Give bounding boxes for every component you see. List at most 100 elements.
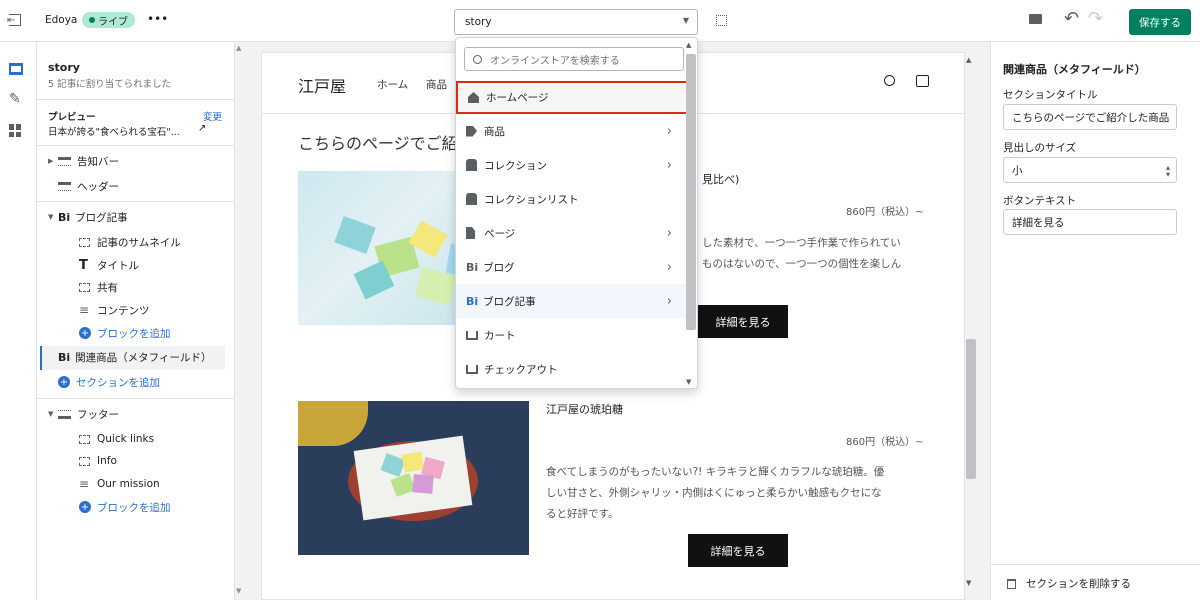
dd-item-cart[interactable]: カート bbox=[456, 318, 686, 352]
trash-icon bbox=[1007, 578, 1016, 589]
button-label: 詳細を見る bbox=[715, 315, 771, 329]
product-image-2[interactable] bbox=[298, 401, 529, 555]
external-link-icon[interactable]: ↗ bbox=[198, 123, 206, 134]
caret-down-icon: ▼ bbox=[48, 410, 54, 418]
tree-item-label: ヘッダー bbox=[77, 180, 119, 193]
dd-item-collection[interactable]: コレクション › bbox=[456, 148, 686, 182]
search-placeholder: オンラインストアを検索する bbox=[490, 55, 620, 67]
store-logo[interactable]: 江戸屋 bbox=[298, 73, 346, 97]
tree-item-info[interactable]: Info bbox=[79, 450, 117, 472]
product-detail-button-1[interactable]: 詳細を見る bbox=[698, 305, 788, 338]
dd-item-blog-post[interactable]: Bi ブログ記事 › bbox=[456, 284, 686, 318]
collection-icon bbox=[466, 193, 477, 205]
add-block-button[interactable]: + ブロックを追加 bbox=[79, 322, 171, 344]
button-label: 詳細を見る bbox=[710, 544, 766, 558]
scroll-down-icon[interactable]: ▼ bbox=[236, 587, 241, 595]
add-section-button[interactable]: + セクションを追加 bbox=[58, 371, 160, 393]
undo-icon[interactable]: ↶ bbox=[1064, 8, 1079, 29]
section-settings-title: 関連商品（メタフィールド） bbox=[1003, 63, 1146, 76]
dd-item-homepage[interactable]: ホームページ bbox=[456, 81, 691, 114]
dropdown-search-input[interactable]: オンラインストアを検索する bbox=[464, 47, 684, 71]
change-link[interactable]: 変更 bbox=[203, 109, 222, 123]
canvas-scroll-down-icon[interactable]: ▼ bbox=[966, 579, 971, 587]
dd-item-label: ブログ記事 bbox=[483, 295, 536, 308]
cart-icon[interactable] bbox=[916, 75, 929, 87]
dd-item-label: カート bbox=[484, 329, 516, 342]
tree-item-our-mission[interactable]: ≡ Our mission bbox=[79, 473, 160, 495]
sections-icon[interactable] bbox=[9, 63, 23, 75]
inspector-icon[interactable] bbox=[716, 15, 727, 26]
save-button[interactable]: 保存する bbox=[1129, 9, 1191, 35]
template-select-value: story bbox=[465, 16, 492, 28]
caret-right-icon: ▶ bbox=[48, 157, 54, 165]
button-text-label: ボタンテキスト bbox=[1003, 195, 1077, 207]
section-title-input[interactable]: こちらのページでご紹介した商品 bbox=[1003, 104, 1177, 130]
dd-item-blog[interactable]: Bi ブログ › bbox=[456, 250, 686, 284]
blog-icon: Bi bbox=[466, 294, 479, 308]
more-actions-button[interactable]: ••• bbox=[147, 12, 168, 26]
dd-scroll-down-icon[interactable]: ▼ bbox=[686, 378, 691, 386]
canvas-scrollbar-thumb[interactable] bbox=[966, 339, 976, 479]
dd-scroll-up-icon[interactable]: ▲ bbox=[686, 41, 691, 49]
store-name: Edoya bbox=[45, 14, 78, 26]
tree-item-announcement[interactable]: ▶ 告知バー bbox=[48, 150, 119, 172]
tree-item-header[interactable]: ヘッダー bbox=[58, 175, 119, 197]
canvas-scroll-up-icon[interactable]: ▲ bbox=[966, 56, 971, 64]
product-desc-2c: ると好評です。 bbox=[546, 508, 619, 520]
theme-settings-icon[interactable]: ✎ bbox=[9, 91, 21, 107]
block-icon bbox=[79, 434, 90, 444]
top-bar: ⇤ Edoya ライブ ••• story ▼ ↶ ↷ 保存する bbox=[0, 0, 1200, 42]
nav-products[interactable]: 商品 bbox=[426, 77, 447, 92]
template-select[interactable]: story ▼ bbox=[454, 9, 698, 35]
tree-item-label: フッター bbox=[77, 408, 119, 421]
add-block-button-footer[interactable]: + ブロックを追加 bbox=[79, 496, 171, 518]
footer-icon bbox=[58, 409, 71, 419]
heading-size-select[interactable]: 小 ▴ ▾ bbox=[1003, 157, 1177, 183]
dd-item-collection-list[interactable]: コレクションリスト bbox=[456, 182, 686, 216]
select-arrows-icon: ▴ ▾ bbox=[1165, 163, 1170, 179]
tree-item-title[interactable]: T タイトル bbox=[79, 254, 139, 276]
plus-circle-icon: + bbox=[79, 327, 91, 339]
redo-icon[interactable]: ↷ bbox=[1088, 8, 1103, 29]
tree-item-label: セクションを追加 bbox=[76, 376, 160, 389]
delete-section-button[interactable]: セクションを削除する bbox=[1007, 576, 1131, 591]
product-title-1[interactable]: 見比べ) bbox=[702, 171, 739, 187]
tree-item-share[interactable]: 共有 bbox=[79, 276, 118, 298]
tree-item-label: コンテンツ bbox=[97, 304, 150, 317]
tree-item-label: 告知バー bbox=[77, 155, 119, 168]
blog-icon: Bi bbox=[58, 350, 71, 364]
nav-home[interactable]: ホーム bbox=[377, 77, 408, 92]
page-icon bbox=[466, 227, 475, 239]
tree-item-label: ブログ記事 bbox=[75, 211, 128, 224]
desktop-icon[interactable] bbox=[1029, 14, 1042, 24]
product-title-2[interactable]: 江戸屋の琥珀糖 bbox=[546, 401, 623, 417]
dd-item-checkout[interactable]: チェックアウト bbox=[456, 352, 686, 386]
product-desc-1a: した素材で、一つ一つ手作業で作られてい bbox=[702, 237, 901, 249]
caret-down-icon: ▼ bbox=[48, 213, 54, 221]
search-icon[interactable] bbox=[884, 75, 895, 86]
tree-item-footer[interactable]: ▼ フッター bbox=[48, 403, 119, 425]
tree-item-quick-links[interactable]: Quick links bbox=[79, 428, 154, 450]
field-value: 小 bbox=[1012, 164, 1023, 177]
button-text-input[interactable]: 詳細を見る bbox=[1003, 209, 1177, 235]
block-icon bbox=[79, 282, 90, 292]
template-name: story bbox=[48, 61, 80, 74]
icon-bar: ✎ bbox=[0, 42, 37, 600]
tree-item-thumbnail[interactable]: 記事のサムネイル bbox=[79, 231, 181, 253]
collection-icon bbox=[466, 159, 477, 171]
tree-item-related-products[interactable]: Bi 関連商品（メタフィールド） bbox=[58, 346, 211, 368]
apps-icon[interactable] bbox=[9, 124, 22, 137]
tree-item-blog-post[interactable]: ▼ Bi ブログ記事 bbox=[48, 206, 128, 228]
scroll-up-icon[interactable]: ▲ bbox=[236, 44, 241, 52]
right-panel: 関連商品（メタフィールド） セクションタイトル こちらのページでご紹介した商品 … bbox=[990, 42, 1200, 600]
tree-item-label: タイトル bbox=[97, 259, 139, 272]
blog-icon: Bi bbox=[58, 210, 71, 224]
tree-item-label: ブロックを追加 bbox=[97, 327, 171, 340]
dd-item-products[interactable]: 商品 › bbox=[456, 114, 686, 148]
tree-item-content[interactable]: ≡ コンテンツ bbox=[79, 299, 150, 321]
product-detail-button-2[interactable]: 詳細を見る bbox=[688, 534, 788, 567]
dd-scrollbar-thumb[interactable] bbox=[686, 54, 696, 330]
dd-item-page[interactable]: ページ › bbox=[456, 216, 686, 250]
dd-item-label: コレクションリスト bbox=[484, 193, 579, 206]
live-badge: ライブ bbox=[82, 12, 135, 28]
